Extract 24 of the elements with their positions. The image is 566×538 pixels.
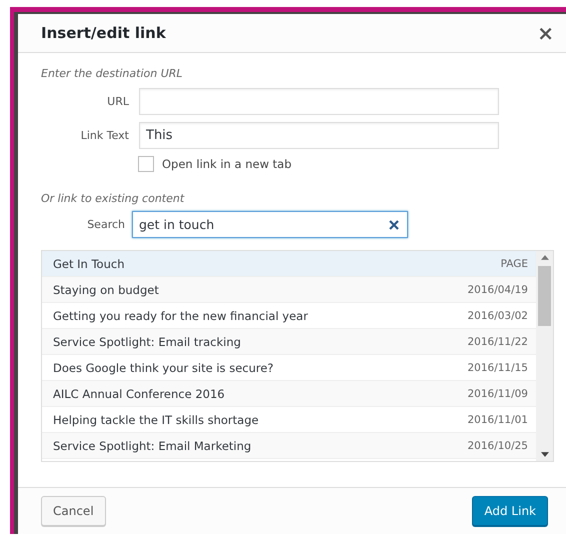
clear-icon[interactable] <box>389 220 399 230</box>
result-item[interactable]: Get In Touch PAGE <box>42 251 536 277</box>
scrollbar-thumb[interactable] <box>538 266 551 326</box>
result-item[interactable]: Staying on budget 2016/04/19 <box>42 277 536 303</box>
close-button[interactable]: × <box>535 21 556 45</box>
scrollbar[interactable] <box>536 251 553 461</box>
checkbox[interactable] <box>138 156 154 172</box>
section-heading: Enter the destination URL <box>41 67 184 80</box>
search-label: Search <box>86 218 126 231</box>
result-item[interactable]: Service Spotlight: Email tracking 2016/11/22 <box>42 329 536 355</box>
section-heading: Or link to existing content <box>41 192 186 205</box>
field-label: Link Text <box>80 129 130 142</box>
input-field[interactable] <box>139 88 499 115</box>
dialog-title: Insert/edit link <box>41 24 166 42</box>
result-item[interactable]: AILC Annual Conference 2016 2016/11/09 <box>42 381 536 407</box>
input-field[interactable]: This <box>139 122 499 149</box>
add-link-button[interactable]: Add Link <box>472 496 548 526</box>
scroll-down-arrow-icon[interactable] <box>540 452 548 457</box>
cancel-button[interactable]: Cancel <box>41 496 106 526</box>
checkbox-label: Open link in a new tab <box>162 157 292 171</box>
search-field[interactable]: get in touch <box>132 211 408 238</box>
result-item[interactable]: Service Spotlight: Email Marketing 2016/10/25 <box>42 433 536 459</box>
field-label: URL <box>106 95 130 108</box>
scroll-up-arrow-icon[interactable] <box>540 255 548 260</box>
